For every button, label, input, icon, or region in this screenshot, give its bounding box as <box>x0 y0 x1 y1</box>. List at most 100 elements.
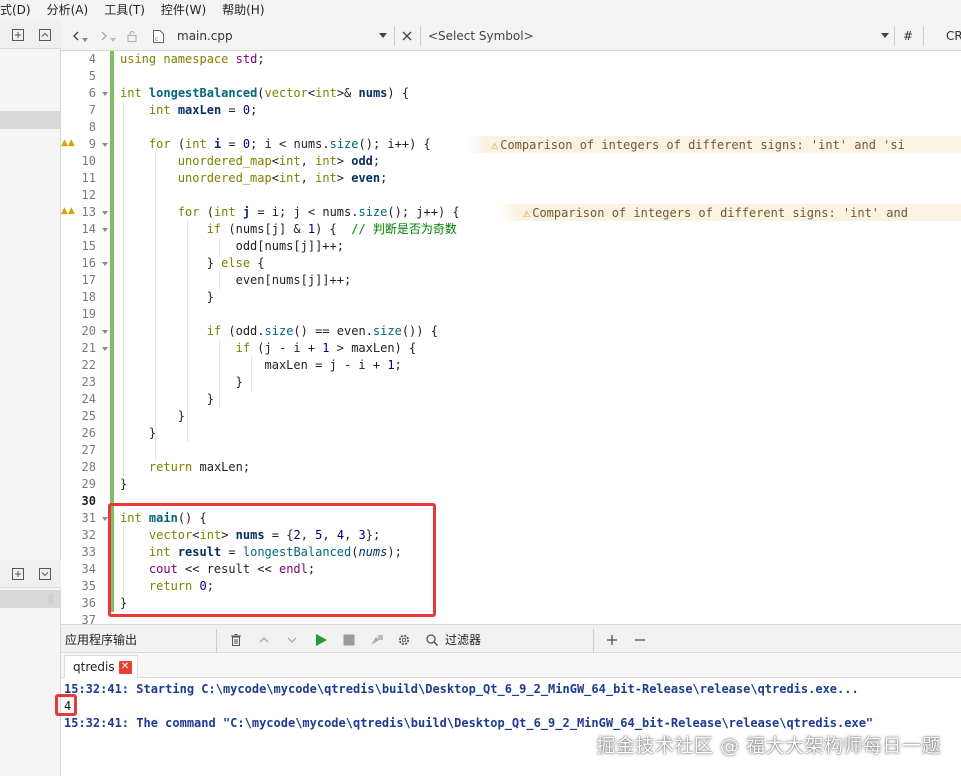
up-icon[interactable] <box>257 625 271 654</box>
fold-toggle-icon[interactable] <box>101 345 109 353</box>
line-number: 33 <box>81 545 96 559</box>
menu-item-tools[interactable]: 工具(T) <box>96 0 153 21</box>
file-name-combo[interactable]: main.cpp <box>177 21 233 51</box>
code-line[interactable]: 14 if (nums[j] & 1) { // 判断是否为奇数 <box>61 221 961 238</box>
close-icon[interactable]: ✕ <box>118 660 132 674</box>
close-icon[interactable] <box>400 21 414 51</box>
plus-icon[interactable] <box>605 625 619 654</box>
warning-icon[interactable]: ▲▲ <box>61 138 75 148</box>
code-line[interactable]: 8 <box>61 119 961 136</box>
highlight-box <box>108 503 436 617</box>
output-panel-header: 应用程序输出 过滤器 <box>61 624 961 658</box>
code-text: int longestBalanced(vector<int>& nums) { <box>120 86 410 100</box>
minus-icon[interactable] <box>633 625 647 654</box>
trash-icon[interactable] <box>229 625 243 654</box>
indent-guide <box>251 357 252 391</box>
fold-toggle-icon[interactable] <box>101 209 109 217</box>
build-icon[interactable] <box>370 625 384 654</box>
fold-toggle-icon[interactable] <box>101 226 109 234</box>
line-number: 30 <box>81 494 96 508</box>
code-text: } <box>120 290 214 304</box>
down-icon[interactable] <box>285 625 299 654</box>
code-line[interactable]: 12 <box>61 187 961 204</box>
split-icon[interactable] <box>9 26 27 44</box>
menu-item-widgets[interactable]: 控件(W) <box>153 0 214 21</box>
indent-guide <box>155 153 156 459</box>
code-line[interactable]: 11 unordered_map<int, int> even; <box>61 170 961 187</box>
indent-guide <box>219 238 220 255</box>
line-ending-combo[interactable]: CR <box>946 21 961 51</box>
code-line[interactable]: 28 return maxLen; <box>61 459 961 476</box>
menu-item-analyze[interactable]: 分析(A) <box>39 0 97 21</box>
code-line[interactable]: 22 maxLen = j - i + 1; <box>61 357 961 374</box>
code-line[interactable]: 7 int maxLen = 0; <box>61 102 961 119</box>
left-sidebar-toolbar-bottom <box>0 560 61 588</box>
symbol-combo[interactable]: <Select Symbol> <box>428 21 534 51</box>
code-line[interactable]: 25 } <box>61 408 961 425</box>
code-line[interactable]: 24 } <box>61 391 961 408</box>
fold-toggle-icon[interactable] <box>101 260 109 268</box>
code-text: } <box>120 375 243 389</box>
line-number: 12 <box>81 188 96 202</box>
tab-qtredis[interactable]: qtredis ✕ <box>64 655 138 678</box>
code-text: } <box>120 392 214 406</box>
collapse-icon[interactable] <box>36 565 54 583</box>
stop-icon[interactable] <box>342 625 356 654</box>
split-icon[interactable] <box>9 565 27 583</box>
lock-icon[interactable] <box>125 21 139 51</box>
code-line[interactable]: 21 if (j - i + 1 > maxLen) { <box>61 340 961 357</box>
code-line[interactable]: 26 } <box>61 425 961 442</box>
fold-toggle-icon[interactable] <box>101 141 109 149</box>
preprocessor-button[interactable]: # <box>903 21 913 51</box>
menu-item-format[interactable]: 式(D) <box>0 0 39 21</box>
fold-toggle-icon[interactable] <box>101 328 109 336</box>
code-line[interactable]: 19 <box>61 306 961 323</box>
code-line[interactable]: 5 <box>61 68 961 85</box>
line-number: 25 <box>81 409 96 423</box>
output-line: 15:32:41: The command "C:\mycode\mycode\… <box>64 716 874 730</box>
highlight-box <box>55 694 77 716</box>
code-line[interactable]: 27 <box>61 442 961 459</box>
code-text: for (int i = 0; i < nums.size(); i++) { <box>148 137 431 151</box>
code-line[interactable]: 4 using namespace std; <box>61 51 961 68</box>
run-icon[interactable] <box>314 625 328 654</box>
fold-toggle-icon[interactable] <box>101 90 109 98</box>
application-output[interactable]: 15:32:41: Starting C:\mycode\mycode\qtre… <box>55 678 961 776</box>
code-text: for (int j = i; j < nums.size(); j++) { <box>177 205 460 219</box>
menu-item-help[interactable]: 帮助(H) <box>214 0 272 21</box>
code-line[interactable]: 20 if (odd.size() == even.size()) { <box>61 323 961 340</box>
menu-bar: 式(D) 分析(A) 工具(T) 控件(W) 帮助(H) <box>0 0 961 21</box>
chevron-down-icon[interactable] <box>881 21 889 51</box>
line-number: 26 <box>81 426 96 440</box>
back-icon[interactable] <box>69 21 88 51</box>
code-text: if (odd.size() == even.size()) { <box>206 324 438 338</box>
code-line[interactable]: 10 unordered_map<int, int> odd; <box>61 153 961 170</box>
warning-annotation[interactable]: ⚠ Comparison of integers of different sig… <box>499 204 961 221</box>
code-line[interactable]: 6 int longestBalanced(vector<int>& nums) … <box>61 85 961 102</box>
gear-icon[interactable] <box>397 625 411 654</box>
indent-guide <box>219 340 220 408</box>
left-sidebar-selected-row[interactable] <box>0 111 61 129</box>
warning-icon[interactable]: ▲▲ <box>61 206 75 216</box>
chevron-down-icon[interactable] <box>379 21 387 51</box>
warning-annotation[interactable]: ⚠ Comparison of integers of different sig… <box>467 136 961 153</box>
line-number: 16 <box>81 256 96 270</box>
code-editor[interactable]: 4 using namespace std; 5 6 int longestBalanc… <box>61 51 961 624</box>
code-line[interactable]: 23 } <box>61 374 961 391</box>
filter-input[interactable]: 过滤器 <box>445 625 481 654</box>
line-number: 22 <box>81 358 96 372</box>
line-number: 18 <box>81 290 96 304</box>
code-line[interactable]: 16 } else { <box>61 255 961 272</box>
warning-icon: ⚠ <box>491 137 499 152</box>
code-line[interactable]: 18 } <box>61 289 961 306</box>
code-line[interactable]: 29} <box>61 476 961 493</box>
line-number: 17 <box>81 273 96 287</box>
forward-icon[interactable] <box>97 21 116 51</box>
code-line[interactable]: 17 even[nums[j]]++; <box>61 272 961 289</box>
code-line[interactable]: 15 odd[nums[j]]++; <box>61 238 961 255</box>
left-sidebar-scrollbar[interactable] <box>48 593 54 605</box>
toolbar-separator <box>394 26 395 46</box>
output-tabs: qtredis ✕ <box>61 653 961 678</box>
collapse-icon[interactable] <box>36 26 54 44</box>
line-number: 35 <box>81 579 96 593</box>
